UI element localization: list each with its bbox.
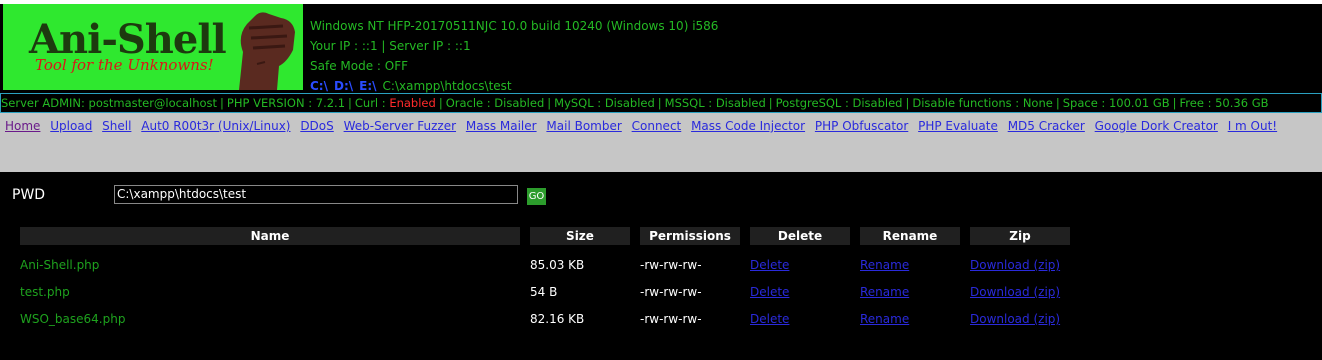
col-header-permissions: Permissions xyxy=(640,227,740,245)
delete-link[interactable]: Delete xyxy=(750,311,789,327)
curl-status: Enabled xyxy=(389,96,436,110)
file-size: 85.03 KB xyxy=(530,258,585,272)
col-header-rename: Rename xyxy=(860,227,960,245)
disk-space: Space : 100.01 GB xyxy=(1062,96,1170,110)
disk-free: Free : 50.36 GB xyxy=(1179,96,1269,110)
file-name-link[interactable]: Ani-Shell.php xyxy=(20,257,99,273)
download-zip-link[interactable]: Download (zip) xyxy=(970,284,1060,300)
nav-mail-bomber[interactable]: Mail Bomber xyxy=(546,119,621,133)
mssql-status: MSSQL : Disabled xyxy=(664,96,766,110)
curl-label: Curl : xyxy=(354,96,386,110)
col-header-delete: Delete xyxy=(750,227,850,245)
go-button[interactable]: GO xyxy=(526,187,547,206)
rename-link[interactable]: Rename xyxy=(860,257,909,273)
drive-e-link[interactable]: E:\ xyxy=(359,79,376,93)
nav-shell[interactable]: Shell xyxy=(102,119,131,133)
nav-items: Home Upload Shell Aut0 R00t3r (Unix/Linu… xyxy=(5,119,1283,133)
file-size: 54 B xyxy=(530,285,558,299)
oracle-status: Oracle : Disabled xyxy=(445,96,545,110)
logo: Ani-Shell Tool for the Unknowns! xyxy=(3,4,303,90)
mysql-status: MySQL : Disabled xyxy=(554,96,655,110)
safe-mode: Safe Mode : OFF xyxy=(310,59,409,73)
file-permissions: -rw-rw-rw- xyxy=(640,312,702,326)
pwd-label: PWD xyxy=(12,187,46,203)
os-info: Windows NT HFP-20170511NJC 10.0 build 10… xyxy=(310,19,719,33)
delete-link[interactable]: Delete xyxy=(750,257,789,273)
pwd-input[interactable]: C:\xampp\htdocs\test xyxy=(114,185,518,204)
nav-mass-code-injector[interactable]: Mass Code Injector xyxy=(691,119,805,133)
system-info: Windows NT HFP-20170511NJC 10.0 build 10… xyxy=(310,16,718,96)
current-directory: C:\xampp\htdocs\test xyxy=(382,79,512,93)
nav-auto-rooter[interactable]: Aut0 R00t3r (Unix/Linux) xyxy=(141,119,290,133)
col-header-zip: Zip xyxy=(970,227,1070,245)
file-permissions: -rw-rw-rw- xyxy=(640,285,702,299)
logo-subtitle: Tool for the Unknowns! xyxy=(35,56,214,74)
col-header-name: Name xyxy=(20,227,520,245)
nav-google-dork-creator[interactable]: Google Dork Creator xyxy=(1095,119,1218,133)
php-version: PHP VERSION : 7.2.1 xyxy=(226,96,346,110)
header: Ani-Shell Tool for the Unknowns! Windows… xyxy=(0,4,1322,93)
nav-connect[interactable]: Connect xyxy=(632,119,682,133)
nav-logout[interactable]: I m Out! xyxy=(1228,119,1277,133)
drive-c-link[interactable]: C:\ xyxy=(310,79,328,93)
file-name-link[interactable]: test.php xyxy=(20,284,70,300)
nav-php-evaluate[interactable]: PHP Evaluate xyxy=(918,119,998,133)
fist-icon xyxy=(239,12,295,90)
nav-web-server-fuzzer[interactable]: Web-Server Fuzzer xyxy=(344,119,456,133)
server-admin: Server ADMIN: postmaster@localhost xyxy=(1,96,218,110)
shell-page: Ani-Shell Tool for the Unknowns! Windows… xyxy=(0,4,1322,360)
nav-php-obfuscator[interactable]: PHP Obfuscator xyxy=(815,119,908,133)
server-status-bar: Server ADMIN: postmaster@localhost | PHP V… xyxy=(0,93,1322,113)
nav-upload[interactable]: Upload xyxy=(50,119,92,133)
nav-home[interactable]: Home xyxy=(5,119,40,133)
disable-functions: Disable functions : None xyxy=(912,96,1053,110)
drive-d-link[interactable]: D:\ xyxy=(334,79,353,93)
rename-link[interactable]: Rename xyxy=(860,284,909,300)
rename-link[interactable]: Rename xyxy=(860,311,909,327)
nav-mass-mailer[interactable]: Mass Mailer xyxy=(466,119,537,133)
nav-ddos[interactable]: DDoS xyxy=(300,119,333,133)
delete-link[interactable]: Delete xyxy=(750,284,789,300)
postgres-status: PostgreSQL : Disabled xyxy=(775,96,903,110)
nav-md5-cracker[interactable]: MD5 Cracker xyxy=(1008,119,1085,133)
file-name-link[interactable]: WSO_base64.php xyxy=(20,311,125,327)
ip-info: Your IP : ::1 | Server IP : ::1 xyxy=(310,39,471,53)
file-size: 82.16 KB xyxy=(530,312,585,326)
download-zip-link[interactable]: Download (zip) xyxy=(970,257,1060,273)
col-header-size: Size xyxy=(530,227,630,245)
nav-bar: Home Upload Shell Aut0 R00t3r (Unix/Linu… xyxy=(0,113,1322,172)
file-permissions: -rw-rw-rw- xyxy=(640,258,702,272)
download-zip-link[interactable]: Download (zip) xyxy=(970,311,1060,327)
